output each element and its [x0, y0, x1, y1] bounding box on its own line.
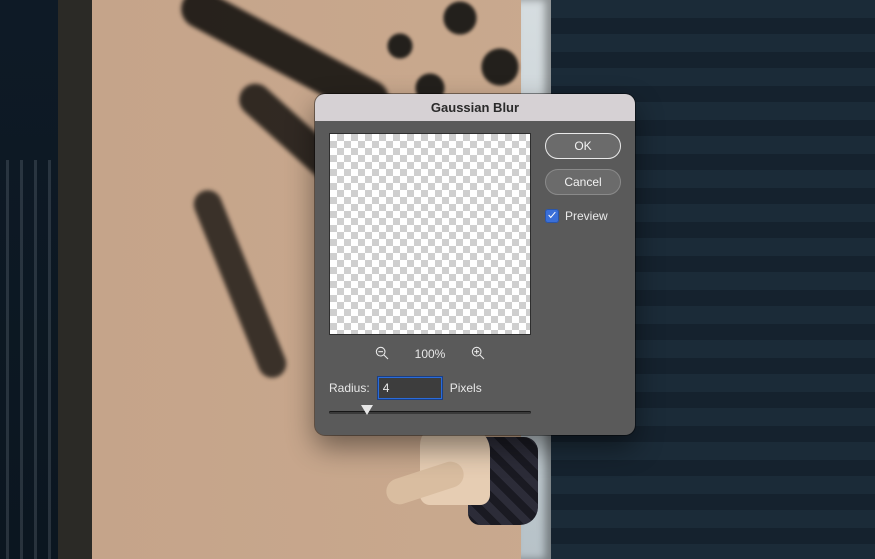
radius-input[interactable]	[378, 377, 442, 399]
preview-checkbox-label: Preview	[565, 209, 608, 223]
ok-button[interactable]: OK	[545, 133, 621, 159]
zoom-percent-label: 100%	[415, 347, 446, 361]
zoom-out-icon	[374, 345, 390, 364]
zoom-in-icon	[470, 345, 486, 364]
zoom-in-button[interactable]	[467, 343, 489, 365]
gaussian-blur-dialog: Gaussian Blur 100%	[315, 94, 635, 435]
radius-label: Radius:	[329, 381, 370, 395]
background-window-frame	[0, 0, 58, 559]
radius-slider-rail	[329, 411, 531, 414]
photoshop-canvas: Gaussian Blur 100%	[0, 0, 875, 559]
background-person	[380, 415, 550, 559]
dialog-title: Gaussian Blur	[315, 94, 635, 121]
radius-unit-label: Pixels	[450, 381, 482, 395]
radius-slider-thumb[interactable]	[361, 405, 373, 415]
cancel-button[interactable]: Cancel	[545, 169, 621, 195]
preview-checkbox[interactable]	[545, 209, 559, 223]
radius-slider[interactable]	[329, 405, 531, 419]
zoom-out-button[interactable]	[371, 343, 393, 365]
blur-preview-area[interactable]	[329, 133, 531, 335]
checkmark-icon	[547, 209, 557, 223]
background-window-bars	[6, 160, 52, 559]
